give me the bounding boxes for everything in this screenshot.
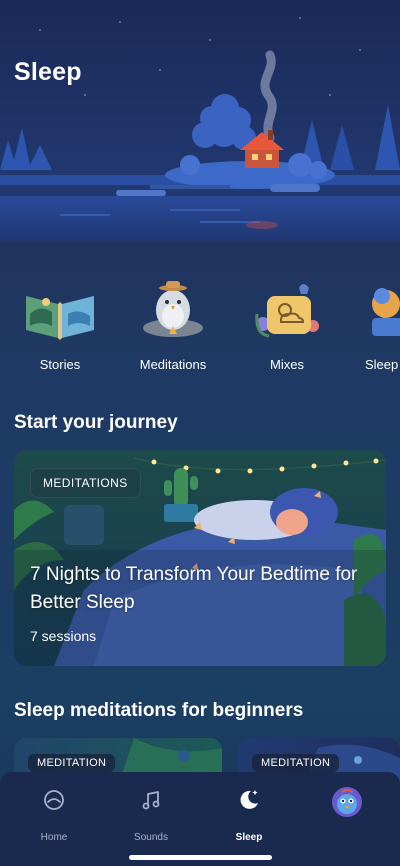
section-title-journey: Start your journey — [14, 412, 178, 433]
sleep-screen: Sleep Stories Meditations Mixes Sleep St… — [0, 0, 400, 866]
nav-home[interactable]: Home — [14, 788, 94, 843]
section-title-beginners: Sleep meditations for beginners — [14, 700, 304, 721]
nav-profile[interactable] — [306, 787, 386, 832]
bottom-navigation: Home Sounds Sleep — [0, 772, 400, 866]
category-label: Mixes — [270, 357, 304, 372]
category-stories[interactable]: Stories — [10, 268, 110, 378]
journey-card[interactable]: MEDITATIONS 7 Nights to Transform Your B… — [14, 450, 386, 666]
category-row: Stories Meditations Mixes Sleep — [0, 268, 400, 378]
nav-label: Sounds — [134, 832, 168, 843]
category-label: Meditations — [139, 357, 207, 372]
card-session-count: 7 sessions — [30, 628, 97, 644]
category-label: Sleep — [365, 357, 399, 372]
home-indicator[interactable] — [129, 855, 272, 860]
page-title: Sleep — [14, 58, 82, 86]
nav-label: Home — [40, 832, 68, 843]
weather-cloud-icon — [255, 284, 319, 338]
category-sleep[interactable]: Sleep — [350, 268, 400, 378]
avatar-icon — [332, 787, 362, 817]
moon-stars-icon — [240, 790, 258, 809]
nav-sleep[interactable]: Sleep — [209, 788, 289, 843]
hero-illustration: Sleep — [0, 0, 400, 242]
nav-label: Sleep — [235, 832, 263, 843]
card-category-tag: MEDITATION — [28, 754, 116, 772]
category-meditations[interactable]: Meditations — [123, 268, 223, 378]
lake-cabin-illustration — [0, 0, 400, 242]
music-note-icon — [142, 791, 160, 810]
open-book-icon — [26, 296, 94, 340]
category-mixes[interactable]: Mixes — [237, 268, 337, 378]
meditating-bird-icon — [143, 281, 203, 337]
category-label: Stories — [39, 357, 81, 372]
home-dial-icon — [44, 790, 64, 810]
nav-sounds[interactable]: Sounds — [111, 788, 191, 843]
sleep-character-icon — [372, 288, 400, 336]
card-category-tag: MEDITATION — [252, 754, 340, 772]
card-title: 7 Nights to Transform Your Bedtime for B… — [30, 564, 358, 613]
card-category-tag: MEDITATIONS — [30, 468, 141, 498]
